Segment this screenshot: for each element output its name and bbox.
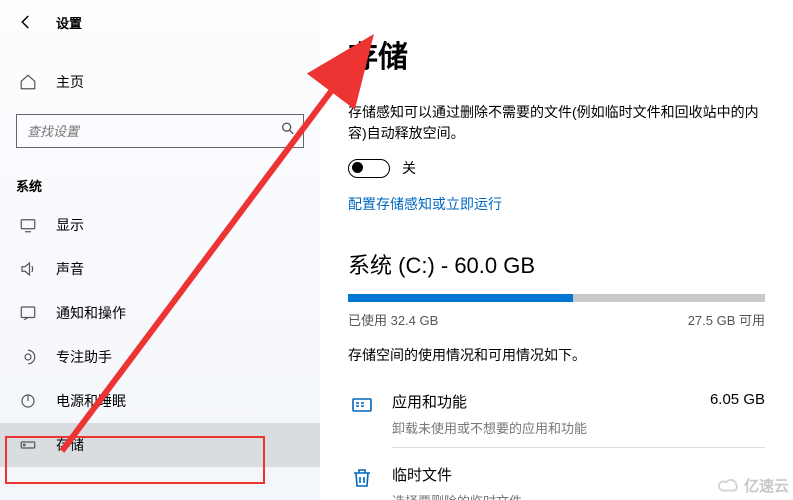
watermark: 亿速云 bbox=[718, 475, 789, 496]
storage-sense-desc: 存储感知可以通过删除不需要的文件(例如临时文件和回收站中的内容)自动释放空间。 bbox=[348, 102, 765, 144]
page-title: 存储 bbox=[348, 32, 765, 76]
main-content: 存储 存储感知可以通过删除不需要的文件(例如临时文件和回收站中的内容)自动释放空… bbox=[320, 0, 793, 500]
sound-icon bbox=[18, 260, 38, 278]
section-label: 系统 bbox=[16, 176, 320, 195]
sidebar-item-notifications[interactable]: 通知和操作 bbox=[0, 291, 320, 335]
category-name: 应用和功能 bbox=[392, 391, 467, 412]
category-sub: 选择要删除的临时文件 bbox=[392, 491, 765, 500]
nav-label: 存储 bbox=[56, 435, 84, 455]
search-icon bbox=[280, 121, 296, 142]
category-size: 6.05 GB bbox=[710, 391, 765, 412]
free-label: 27.5 GB 可用 bbox=[688, 310, 765, 329]
usage-section-desc: 存储空间的使用情况和可用情况如下。 bbox=[348, 345, 765, 365]
display-icon bbox=[18, 216, 38, 234]
search-input[interactable] bbox=[16, 114, 304, 148]
sidebar-item-sound[interactable]: 声音 bbox=[0, 247, 320, 291]
drive-usage-fill bbox=[348, 294, 573, 302]
power-icon bbox=[18, 392, 38, 410]
focus-icon bbox=[18, 348, 38, 366]
nav-label: 显示 bbox=[56, 215, 84, 235]
apps-icon bbox=[348, 391, 376, 419]
nav-label: 专注助手 bbox=[56, 347, 112, 367]
sidebar-item-display[interactable]: 显示 bbox=[0, 203, 320, 247]
toggle-state-label: 关 bbox=[402, 158, 416, 178]
storage-sense-toggle[interactable] bbox=[348, 159, 390, 178]
nav-label: 电源和睡眠 bbox=[56, 391, 126, 411]
sidebar-item-power[interactable]: 电源和睡眠 bbox=[0, 379, 320, 423]
configure-storage-sense-link[interactable]: 配置存储感知或立即运行 bbox=[348, 194, 502, 214]
category-name: 临时文件 bbox=[392, 464, 452, 485]
home-label: 主页 bbox=[56, 72, 84, 92]
back-arrow-icon bbox=[17, 13, 35, 31]
drive-title: 系统 (C:) - 60.0 GB bbox=[348, 248, 765, 280]
home-icon bbox=[18, 73, 38, 91]
sidebar-item-storage[interactable]: 存储 bbox=[0, 423, 320, 467]
back-button[interactable] bbox=[12, 8, 40, 36]
category-temp[interactable]: 临时文件 选择要删除的临时文件 bbox=[348, 458, 765, 500]
watermark-text: 亿速云 bbox=[744, 475, 789, 496]
sidebar-item-home[interactable]: 主页 bbox=[0, 62, 320, 102]
used-label: 已使用 32.4 GB bbox=[348, 310, 438, 329]
storage-icon bbox=[18, 436, 38, 454]
notifications-icon bbox=[18, 304, 38, 322]
category-apps[interactable]: 应用和功能 6.05 GB 卸载未使用或不想要的应用和功能 bbox=[348, 385, 765, 458]
nav-label: 声音 bbox=[56, 259, 84, 279]
trash-icon bbox=[348, 464, 376, 492]
nav-label: 通知和操作 bbox=[56, 303, 126, 323]
app-title: 设置 bbox=[56, 13, 82, 32]
drive-usage-bar bbox=[348, 294, 765, 302]
sidebar-item-focus[interactable]: 专注助手 bbox=[0, 335, 320, 379]
settings-sidebar: 设置 主页 系统 显示 声音 通知和操作 bbox=[0, 0, 320, 500]
category-sub: 卸载未使用或不想要的应用和功能 bbox=[392, 418, 765, 437]
